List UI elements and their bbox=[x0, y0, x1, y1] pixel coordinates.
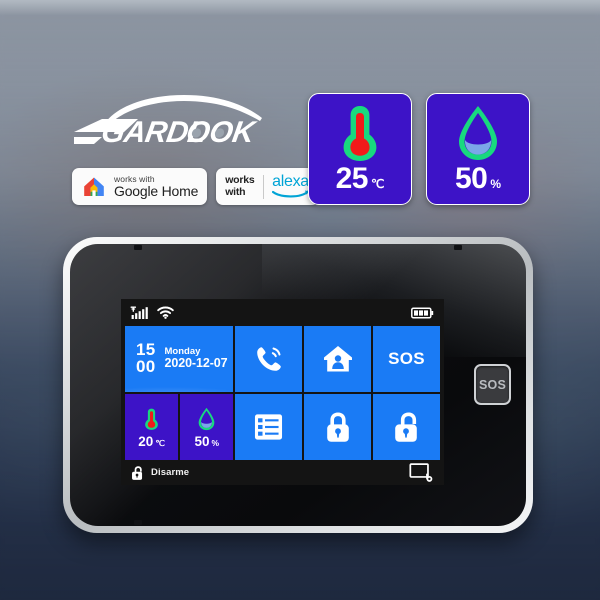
list-menu-icon bbox=[255, 414, 283, 440]
tile-temperature-unit: ℃ bbox=[155, 438, 165, 448]
home-person-icon bbox=[323, 346, 352, 372]
amazon-alexa-icon bbox=[271, 190, 309, 198]
badge-divider bbox=[262, 174, 264, 199]
panel-settings-icon[interactable] bbox=[409, 463, 433, 482]
background-top-sheen bbox=[0, 0, 600, 16]
humidity-card: 50 % bbox=[426, 93, 530, 205]
screen-bottom-bar: Disarme bbox=[121, 460, 444, 485]
tile-sos[interactable]: SOS bbox=[373, 326, 440, 392]
bezel-screw-top-left bbox=[134, 245, 142, 250]
humidity-card-unit: % bbox=[490, 177, 502, 191]
tile-disarm[interactable] bbox=[373, 394, 440, 460]
tile-arm[interactable] bbox=[304, 394, 372, 460]
badge-google-home-line2: Google Home bbox=[114, 183, 199, 200]
lock-open-icon bbox=[394, 412, 417, 442]
clock-date: 2020-12-07 bbox=[164, 356, 228, 371]
badge-google-home[interactable]: works with Google Home bbox=[72, 168, 208, 205]
badge-alexa[interactable]: works with alexa bbox=[216, 168, 319, 205]
cellular-signal-icon bbox=[130, 306, 148, 319]
clock-minutes: 00 bbox=[136, 357, 156, 376]
alarm-panel-device: 15 00 Monday 2020-12-07 SOS 20 ℃ 50 % Di… bbox=[63, 237, 533, 533]
arm-status-label: Disarme bbox=[151, 467, 190, 478]
device-front-glass: 15 00 Monday 2020-12-07 SOS 20 ℃ 50 % Di… bbox=[70, 244, 526, 526]
assistant-badges: works with Google Home works with alexa bbox=[72, 168, 319, 205]
badge-google-home-line1: works with bbox=[114, 173, 155, 184]
bezel-screw-bottom-left bbox=[134, 520, 142, 525]
brand-logo: GARDL O O K GARDLOOK bbox=[72, 92, 287, 148]
tile-call[interactable] bbox=[235, 326, 303, 392]
car-silhouette-icon: GARDL O O K bbox=[74, 95, 262, 148]
thermometer-icon bbox=[338, 102, 382, 164]
lock-open-icon bbox=[132, 465, 143, 480]
temperature-card: 25 ℃ bbox=[308, 93, 412, 205]
tile-sos-label: SOS bbox=[388, 349, 425, 368]
tile-humidity-value: 50 bbox=[194, 434, 210, 449]
humidity-card-value: 50 bbox=[454, 162, 488, 195]
lock-closed-icon bbox=[326, 412, 349, 442]
tile-clock[interactable]: 15 00 Monday 2020-12-07 bbox=[125, 326, 234, 392]
lcd-screen: 15 00 Monday 2020-12-07 SOS 20 ℃ 50 % Di… bbox=[121, 299, 444, 485]
badge-alexa-brand: alexa bbox=[272, 173, 309, 190]
env-tile-group: 20 ℃ 50 % bbox=[125, 394, 234, 460]
temperature-card-value: 25 bbox=[335, 162, 369, 195]
water-drop-icon bbox=[455, 102, 501, 164]
sensor-card-row: 25 ℃ 50 % bbox=[308, 93, 530, 205]
sos-hardware-button[interactable]: SOS bbox=[474, 364, 511, 405]
tile-list[interactable] bbox=[235, 394, 303, 460]
temperature-card-unit: ℃ bbox=[370, 177, 385, 191]
tile-home-arm[interactable] bbox=[304, 326, 372, 392]
badge-alexa-line1: works bbox=[225, 174, 255, 187]
badge-alexa-line2: with bbox=[225, 185, 246, 198]
phone-call-icon bbox=[256, 347, 281, 371]
svg-text:K: K bbox=[230, 116, 259, 148]
screen-status-bar bbox=[121, 299, 444, 326]
tile-humidity-unit: % bbox=[211, 438, 220, 448]
screen-tile-grid: 15 00 Monday 2020-12-07 SOS 20 ℃ 50 % bbox=[121, 326, 444, 460]
wifi-icon bbox=[157, 306, 174, 319]
bezel-screw-top-right bbox=[454, 245, 462, 250]
water-drop-icon bbox=[197, 405, 216, 432]
google-home-icon bbox=[84, 177, 104, 196]
battery-full-icon bbox=[411, 306, 434, 319]
tile-temperature[interactable]: 20 ℃ bbox=[125, 394, 179, 460]
tile-humidity[interactable]: 50 % bbox=[180, 394, 234, 460]
sos-hardware-button-label: SOS bbox=[479, 377, 506, 392]
thermometer-icon bbox=[143, 405, 160, 432]
tile-temperature-value: 20 bbox=[138, 434, 154, 449]
bezel-screw-bottom-right bbox=[454, 520, 462, 525]
